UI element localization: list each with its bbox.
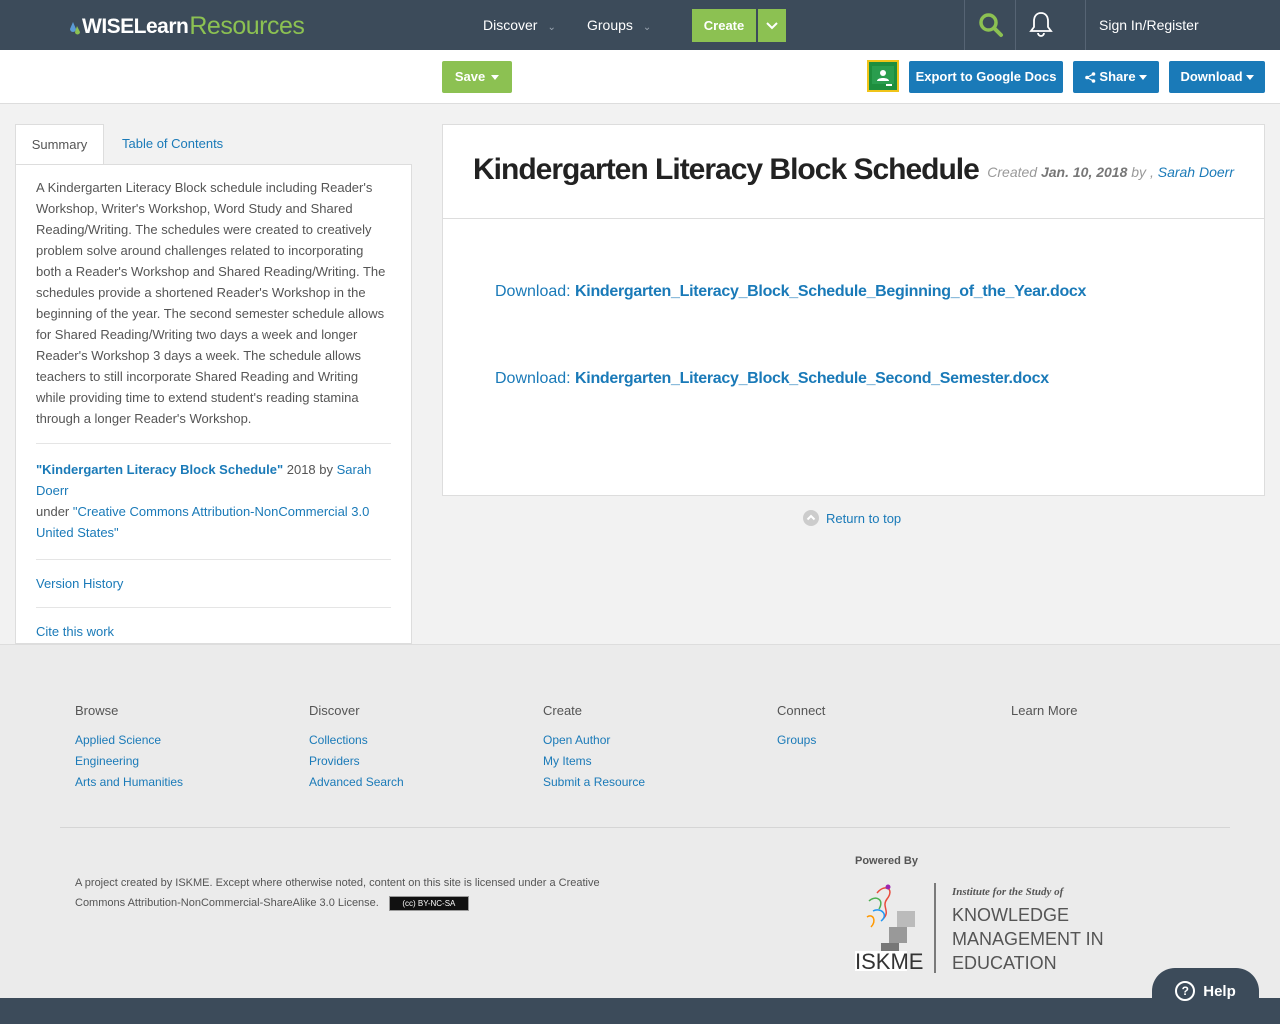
caret-down-icon [1138, 75, 1147, 81]
help-button[interactable]: ? Help [1152, 968, 1259, 1014]
attribution-year: 2018 by [283, 462, 337, 477]
download-label: Download: [495, 283, 576, 300]
footer-link[interactable]: Providers [309, 751, 404, 772]
help-label: Help [1203, 982, 1236, 1000]
footer-heading: Discover [309, 703, 360, 718]
created-label: Created [987, 164, 1041, 180]
footer-link[interactable]: Advanced Search [309, 772, 404, 793]
author-link[interactable]: Sarah Doerr [1158, 164, 1234, 180]
nav-divider [1015, 0, 1016, 50]
attribution-license-link[interactable]: "Creative Commons Attribution-NonCommerc… [36, 504, 369, 540]
footer-divider [60, 827, 1230, 828]
tab-table-of-contents[interactable]: Table of Contents [122, 124, 223, 165]
google-classroom-icon[interactable] [867, 60, 899, 92]
resource-content: Kindergarten Literacy Block Schedule Cre… [442, 124, 1265, 496]
footer-heading: Create [543, 703, 583, 718]
footer-browse: Browse Applied Science Engineering Arts … [75, 703, 183, 793]
footer-discover: Discover Collections Providers Advanced … [309, 703, 404, 793]
footer-link[interactable]: Groups [777, 730, 825, 751]
attribution-under: under [36, 504, 73, 519]
footer-link[interactable]: Collections [309, 730, 404, 751]
svg-text:KNOWLEDGE: KNOWLEDGE [952, 905, 1069, 925]
save-button[interactable]: Save [442, 61, 512, 93]
bottom-bar [0, 998, 1280, 1024]
iskme-logo[interactable]: ISKME Institute for the Study of KNOWLED… [855, 881, 1115, 976]
share-icon [1085, 72, 1096, 83]
download-button-label: Download [1180, 69, 1243, 84]
sign-in-register-link[interactable]: Sign In/Register [1099, 0, 1199, 50]
nav-divider [964, 0, 965, 50]
logo-resources-text: Resources [189, 12, 305, 40]
nav-discover[interactable]: Discover ⌄ [483, 0, 556, 50]
caret-down-icon [491, 75, 500, 81]
action-bar: Save Export to Google Docs Share Downloa… [0, 50, 1280, 104]
download-file-2: Download: Kindergarten_Literacy_Block_Sc… [495, 370, 1049, 388]
footer-link[interactable]: Engineering [75, 751, 183, 772]
resource-tabs: Summary Table of Contents [15, 124, 412, 165]
summary-text: A Kindergarten Literacy Block schedule i… [36, 180, 386, 426]
chevron-down-icon: ⌄ [547, 22, 556, 33]
top-nav: WISELearn Resources Discover ⌄ Groups ⌄ Cr… [0, 0, 1280, 50]
license-statement: A project created by ISKME. Except where… [75, 877, 600, 909]
attribution: "Kindergarten Literacy Block Schedule" 2… [36, 444, 391, 559]
nav-groups[interactable]: Groups ⌄ [587, 0, 651, 50]
svg-text:ISKME: ISKME [855, 949, 923, 974]
return-to-top-link[interactable]: Return to top [803, 510, 901, 526]
logo-drops-icon [70, 22, 80, 35]
created-date: Jan. 10, 2018 [1040, 164, 1128, 180]
arrow-up-icon [803, 510, 819, 526]
by-label: by , [1127, 164, 1158, 180]
footer-heading: Connect [777, 703, 826, 718]
site-footer: Browse Applied Science Engineering Arts … [0, 644, 1280, 998]
file-link-second-semester[interactable]: Kindergarten_Literacy_Block_Schedule_Sec… [575, 370, 1049, 387]
svg-text:Institute for the Study of: Institute for the Study of [951, 886, 1065, 898]
footer-link[interactable]: Applied Science [75, 730, 183, 751]
return-to-top-label: Return to top [826, 510, 902, 526]
search-icon[interactable] [978, 12, 1004, 38]
footer-heading: Browse [75, 703, 119, 718]
caret-down-icon [1245, 75, 1254, 81]
create-button[interactable]: Create [692, 9, 756, 42]
nav-groups-label: Groups [587, 17, 633, 33]
license-text: A project created by ISKME. Except where… [75, 873, 635, 913]
chevron-down-icon [766, 22, 778, 30]
share-button[interactable]: Share [1073, 61, 1159, 93]
export-google-docs-button[interactable]: Export to Google Docs [909, 61, 1063, 93]
resource-meta: Created Jan. 10, 2018 by , Sarah Doerr [987, 164, 1234, 180]
page-title: Kindergarten Literacy Block Schedule [473, 153, 980, 186]
question-icon: ? [1175, 981, 1196, 1001]
download-button[interactable]: Download [1169, 61, 1265, 93]
attribution-title-link[interactable]: "Kindergarten Literacy Block Schedule" [36, 462, 283, 477]
save-button-label: Save [454, 69, 486, 84]
footer-link[interactable]: My Items [543, 751, 645, 772]
powered-by-label: Powered By [855, 855, 918, 867]
footer-link[interactable]: Submit a Resource [543, 772, 645, 793]
classroom-person-icon [872, 66, 894, 86]
nav-discover-label: Discover [483, 17, 538, 33]
footer-heading[interactable]: Learn More [1011, 703, 1077, 718]
cc-license-badge[interactable]: (cc) BY-NC-SA [388, 895, 469, 911]
svg-text:EDUCATION: EDUCATION [952, 953, 1057, 973]
file-link-beginning-of-year[interactable]: Kindergarten_Literacy_Block_Schedule_Beg… [575, 283, 1086, 300]
footer-link[interactable]: Open Author [543, 730, 645, 751]
svg-text:MANAGEMENT IN: MANAGEMENT IN [952, 929, 1104, 949]
footer-link[interactable]: Arts and Humanities [75, 772, 183, 793]
bell-icon[interactable] [1029, 11, 1053, 37]
version-history-link[interactable]: Version History [36, 560, 391, 607]
download-file-1: Download: Kindergarten_Literacy_Block_Sc… [495, 283, 1086, 301]
wiselearn-logo[interactable]: WISELearn Resources [70, 10, 305, 40]
tab-summary[interactable]: Summary [15, 124, 104, 165]
chevron-down-icon: ⌄ [642, 22, 652, 33]
download-label: Download: [495, 370, 576, 387]
nav-divider [1085, 0, 1086, 50]
footer-learn-more: Learn More [1011, 703, 1077, 730]
create-dropdown-button[interactable] [758, 9, 786, 42]
summary-panel: A Kindergarten Literacy Block schedule i… [15, 164, 412, 644]
footer-connect: Connect Groups [777, 703, 825, 751]
resource-header: Kindergarten Literacy Block Schedule Cre… [443, 125, 1264, 219]
logo-wise-text: WISELearn [82, 15, 189, 38]
footer-create: Create Open Author My Items Submit a Res… [543, 703, 645, 793]
share-button-label: Share [1099, 69, 1136, 84]
